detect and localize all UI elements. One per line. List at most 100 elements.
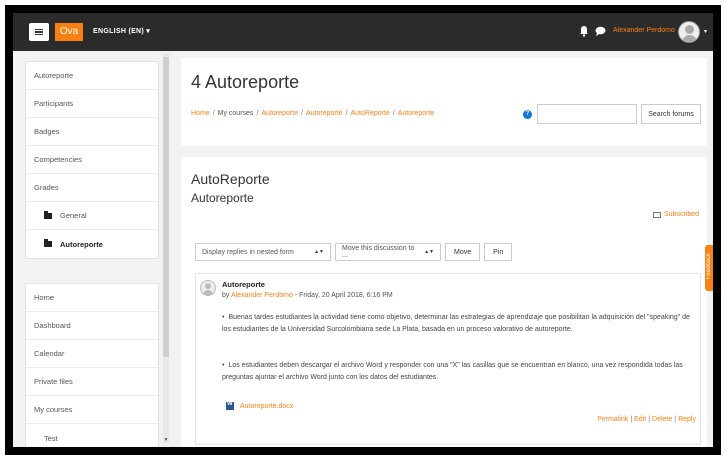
post-date: - Friday, 20 April 2018, 6:16 PM <box>292 292 393 299</box>
user-avatar[interactable] <box>678 21 700 43</box>
discussion-card: AutoReporte Autoreporte Subscribed Displ… <box>181 157 707 447</box>
search-forums-input[interactable] <box>537 104 637 124</box>
permalink-link[interactable]: Permalink <box>597 416 628 423</box>
sidebar-item-grades[interactable]: Grades <box>26 174 158 202</box>
post-paragraph: • Los estudiantes deben descargar el arch… <box>222 360 698 384</box>
sidebar-item-label: Participants <box>34 99 74 108</box>
scrollbar-thumb[interactable] <box>163 57 169 357</box>
hamburger-icon <box>35 29 43 35</box>
breadcrumb-section[interactable]: Autoreporte <box>306 110 343 117</box>
drawer-toggle-button[interactable] <box>29 23 49 41</box>
search-forums-button[interactable]: Search forums <box>641 104 701 124</box>
sidebar-item-private-files[interactable]: Private files <box>26 368 158 396</box>
page-title: 4 Autoreporte <box>191 72 300 92</box>
breadcrumb-separator: / <box>345 110 348 117</box>
display-mode-value: Display replies in nested form <box>202 248 294 256</box>
breadcrumb: Home / My courses / Autoreporte / Autoreporte /… <box>191 110 434 117</box>
post-actions: Permalink | Edit | Delete | Reply <box>597 416 696 423</box>
post-paragraph-text: Los estudiantes deben descargar el archi… <box>222 362 683 381</box>
feedback-label: Feedback <box>706 253 712 280</box>
sidebar-item-dashboard[interactable]: Dashboard <box>26 312 158 340</box>
post-byline: by Alexander Perdomo - Friday, 20 April … <box>222 292 393 299</box>
sidebar-item-general[interactable]: General <box>26 202 158 230</box>
pin-button[interactable]: Pin <box>484 243 513 261</box>
edit-link[interactable]: Edit <box>634 416 646 423</box>
sidebar-item-label: Grades <box>34 183 59 192</box>
discussion-controls: Display replies in nested form ▲▼ Move th… <box>195 243 513 261</box>
course-nav-block: Autoreporte Participants Badges Competen… <box>25 61 159 259</box>
attachment-name: Autoreporte.docx <box>240 402 294 410</box>
select-caret-icon: ▲▼ <box>424 249 434 255</box>
sidebar-scrollbar[interactable]: ▼ <box>163 53 169 443</box>
sidebar-item-competencies[interactable]: Competencies <box>26 146 158 174</box>
byline-by: by <box>222 292 230 299</box>
scroll-down-arrow-icon[interactable]: ▼ <box>163 437 169 443</box>
sidebar-item-label: Dashboard <box>34 321 71 330</box>
folder-icon <box>44 210 52 219</box>
breadcrumb-forum[interactable]: AutoReporte <box>350 110 389 117</box>
sidebar-item-label: My courses <box>34 405 73 414</box>
sidebar-item-label: Autoreporte <box>60 239 103 249</box>
breadcrumb-discussion[interactable]: Autoreporte <box>398 110 435 117</box>
select-caret-icon: ▲▼ <box>314 249 324 255</box>
sidebar-item-my-courses[interactable]: My courses <box>26 396 158 424</box>
action-separator: | <box>648 416 651 423</box>
reply-link[interactable]: Reply <box>678 416 696 423</box>
folder-icon <box>44 239 52 247</box>
help-icon[interactable]: ? <box>523 110 532 119</box>
post-paragraph: • Buenas tardes estudiantes la actividad … <box>222 312 698 336</box>
discussion-title: AutoReporte <box>191 171 270 187</box>
move-button[interactable]: Move <box>445 243 481 261</box>
bullet: • <box>222 362 225 369</box>
sidebar-item-label: Badges <box>34 127 60 136</box>
top-navbar: Ova ENGLISH (EN) ▾ Alexander Perdomo ▾ <box>13 13 713 51</box>
sidebar-item-label: Autoreporte <box>34 71 74 80</box>
moodle-window: Ova ENGLISH (EN) ▾ Alexander Perdomo ▾ A… <box>13 13 713 447</box>
sidebar-item-autoreporte-section[interactable]: Autoreporte <box>26 230 158 258</box>
breadcrumb-separator: / <box>392 110 395 117</box>
nav-drawer: Autoreporte Participants Badges Competen… <box>13 51 173 447</box>
action-separator: | <box>674 416 677 423</box>
post-author-link[interactable]: Alexander Perdomo <box>231 292 293 299</box>
envelope-icon <box>653 211 661 218</box>
move-discussion-select[interactable]: Move this discussion to ... ▲▼ <box>335 243 441 261</box>
sidebar-item-calendar[interactable]: Calendar <box>26 340 158 368</box>
breadcrumb-separator: / <box>256 110 259 117</box>
bullet: • <box>222 314 225 321</box>
action-separator: | <box>630 416 633 423</box>
language-menu[interactable]: ENGLISH (EN) ▾ <box>93 27 150 35</box>
sidebar-item-home[interactable]: Home <box>26 284 158 312</box>
attachment-link[interactable]: Autoreporte.docx <box>226 401 294 410</box>
sidebar-item-label: Private files <box>34 377 73 386</box>
word-document-icon <box>226 401 234 410</box>
user-menu-caret[interactable]: ▾ <box>704 28 707 35</box>
sidebar-item-participants[interactable]: Participants <box>26 90 158 118</box>
bell-icon[interactable] <box>579 25 589 37</box>
sidebar-item-label: Calendar <box>34 349 65 358</box>
site-logo[interactable]: Ova <box>55 23 83 41</box>
sidebar-item-test[interactable]: Test <box>26 424 158 447</box>
sidebar-item-badges[interactable]: Badges <box>26 118 158 146</box>
subscribed-toggle[interactable]: Subscribed <box>653 211 699 218</box>
move-discussion-value: Move this discussion to ... <box>342 245 415 259</box>
breadcrumb-home[interactable]: Home <box>191 110 210 117</box>
breadcrumb-separator: / <box>300 110 303 117</box>
user-name[interactable]: Alexander Perdomo <box>613 27 675 34</box>
discussion-subtitle: Autoreporte <box>191 191 254 205</box>
message-icon[interactable] <box>595 26 606 36</box>
breadcrumb-course[interactable]: Autoreporte <box>261 110 298 117</box>
delete-link[interactable]: Delete <box>652 416 672 423</box>
display-mode-select[interactable]: Display replies in nested form ▲▼ <box>195 243 331 261</box>
sidebar-item-label: Competencies <box>34 155 82 164</box>
screenshot-frame: Ova ENGLISH (EN) ▾ Alexander Perdomo ▾ A… <box>5 5 721 455</box>
sidebar-item-course[interactable]: Autoreporte <box>26 62 158 90</box>
breadcrumb-separator: / <box>212 110 215 117</box>
post-paragraph-text: Buenas tardes estudiantes la actividad t… <box>222 314 690 333</box>
subscribed-label: Subscribed <box>664 211 700 218</box>
sidebar-item-label: Test <box>44 433 58 443</box>
author-avatar[interactable] <box>200 280 216 296</box>
page-header: 4 Autoreporte Home / My courses / Autoreport… <box>181 58 707 146</box>
breadcrumb-my-courses[interactable]: My courses <box>218 110 254 117</box>
feedback-tab[interactable]: Feedback <box>705 245 713 291</box>
post-subject: Autoreporte <box>222 280 265 289</box>
